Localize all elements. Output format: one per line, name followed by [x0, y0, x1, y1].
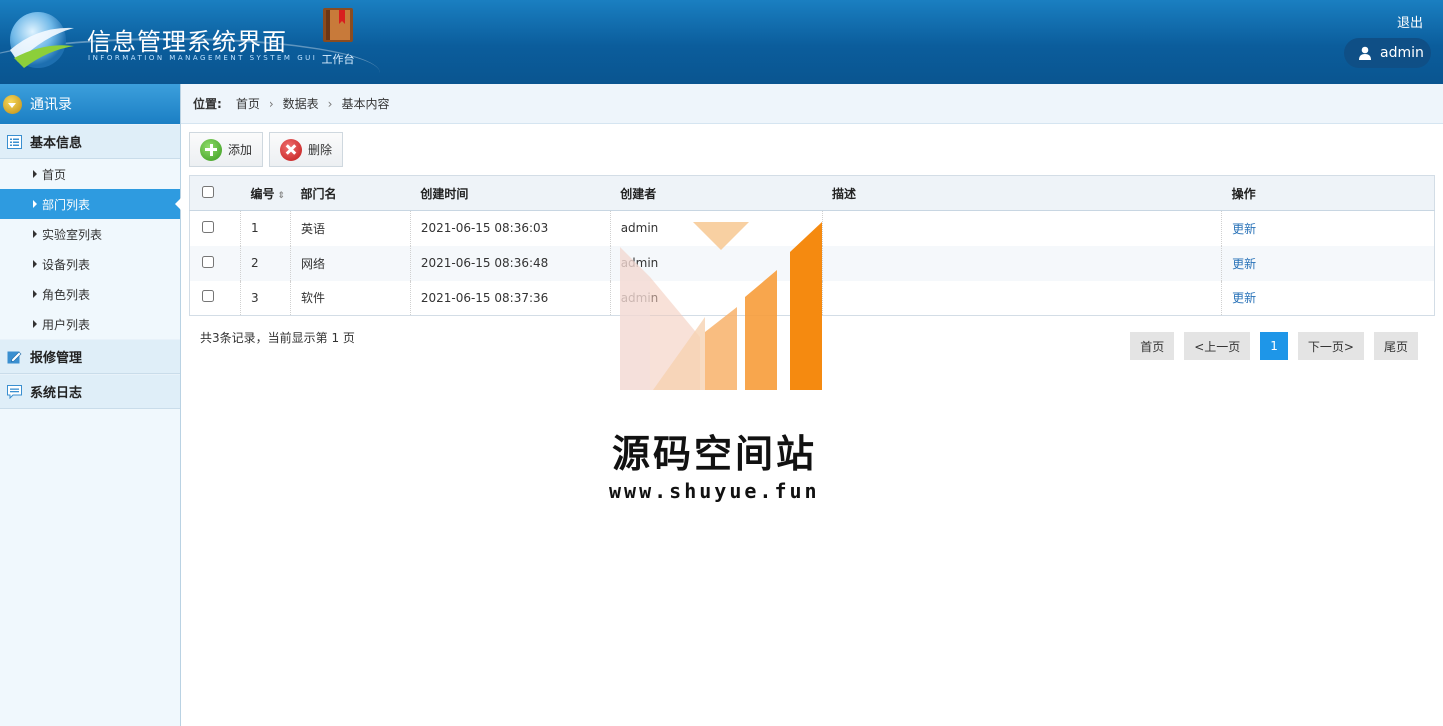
user-name: admin	[1380, 45, 1424, 61]
sidebar-item-label: 设备列表	[42, 257, 91, 272]
breadcrumb-datatable[interactable]: 数据表	[283, 95, 319, 112]
last-page-button[interactable]: 尾页	[1373, 332, 1418, 360]
sidebar-item-home[interactable]: 首页	[0, 159, 180, 189]
table-row: 1 英语 2021-06-15 08:36:03 admin 更新	[190, 210, 1435, 246]
cell-created: 2021-06-15 08:36:03	[409, 210, 611, 246]
workbench-label: 工作台	[321, 53, 355, 66]
logout-link[interactable]: 退出	[1397, 12, 1423, 31]
user-icon	[1359, 46, 1371, 60]
table-header-row: 编号 ⇕ 部门名 创建时间 创建者 描述 操作	[189, 175, 1435, 211]
cell-name: 英语	[289, 210, 411, 246]
first-page-button[interactable]: 首页	[1130, 332, 1175, 360]
sidebar-item-label: 角色列表	[42, 287, 91, 302]
toolbar: 添加 删除	[189, 132, 344, 167]
column-header-desc: 描述	[822, 175, 1222, 211]
cell-name: 软件	[289, 280, 411, 316]
update-link[interactable]: 更新	[1232, 291, 1256, 305]
chat-icon	[7, 385, 22, 399]
cell-action: 更新	[1221, 210, 1435, 246]
cell-id: 2	[239, 245, 291, 281]
sidebar: 通讯录 基本信息 首页 部门列表 实验室列表 设备列表 角色列表 用户列表 报修…	[0, 84, 181, 726]
sidebar-item-labs[interactable]: 实验室列表	[0, 219, 180, 249]
cell-creator: admin	[609, 210, 823, 246]
sidebar-item-departments[interactable]: 部门列表	[0, 189, 181, 219]
sidebar-top-label: 通讯录	[30, 97, 72, 113]
cell-creator: admin	[609, 280, 823, 316]
column-header-label: 编号	[250, 186, 275, 201]
table-row: 3 软件 2021-06-15 08:37:36 admin 更新	[190, 280, 1435, 316]
select-all-cell	[189, 175, 241, 211]
column-header-action: 操作	[1221, 175, 1435, 211]
sidebar-group-label: 报修管理	[30, 351, 83, 366]
next-page-button[interactable]: 下一页>	[1297, 332, 1364, 360]
sidebar-item-devices[interactable]: 设备列表	[0, 249, 180, 279]
delete-button-label: 删除	[308, 143, 333, 157]
column-header-id[interactable]: 编号 ⇕	[240, 175, 291, 211]
breadcrumb-separator: ›	[268, 96, 274, 111]
department-table: 编号 ⇕ 部门名 创建时间 创建者 描述 操作 1 英语 2021-06-15 0…	[189, 175, 1435, 316]
cell-desc	[821, 280, 1222, 316]
prev-page-button[interactable]: <上一页	[1184, 332, 1251, 360]
select-all-checkbox[interactable]	[202, 185, 214, 198]
sidebar-top-contacts[interactable]: 通讯录	[0, 84, 180, 124]
list-icon	[7, 135, 22, 149]
breadcrumb: 位置: 首页 › 数据表 › 基本内容	[181, 84, 1443, 124]
row-checkbox[interactable]	[202, 220, 214, 233]
sidebar-group-basic-info[interactable]: 基本信息	[0, 124, 180, 159]
watermark-title: 源码空间站	[612, 432, 818, 476]
column-header-creator: 创建者	[610, 175, 823, 211]
breadcrumb-home[interactable]: 首页	[236, 95, 260, 112]
sidebar-item-label: 部门列表	[42, 197, 91, 212]
add-button[interactable]: 添加	[189, 132, 264, 167]
sidebar-group-logs[interactable]: 系统日志	[0, 374, 180, 409]
breadcrumb-separator: ›	[327, 96, 333, 111]
sidebar-item-users[interactable]: 用户列表	[0, 309, 180, 339]
cell-action: 更新	[1221, 245, 1435, 281]
cell-created: 2021-06-15 08:37:36	[409, 280, 611, 316]
edit-icon	[7, 351, 22, 364]
book-icon	[323, 8, 353, 42]
app-title: 信息管理系统界面	[87, 28, 287, 56]
globe-logo-icon	[10, 12, 74, 68]
workbench-button[interactable]: 工作台	[318, 6, 358, 67]
cell-desc	[821, 245, 1222, 281]
cell-id: 1	[239, 210, 291, 246]
breadcrumb-prefix: 位置:	[193, 97, 222, 111]
cell-created: 2021-06-15 08:36:48	[409, 245, 611, 281]
cell-desc	[821, 210, 1222, 246]
app-header: 信息管理系统界面 INFORMATION MANAGEMENT SYSTEM G…	[0, 0, 1443, 84]
record-summary: 共3条记录，当前显示第 1 页	[200, 331, 355, 345]
row-checkbox[interactable]	[202, 290, 214, 303]
sidebar-item-label: 用户列表	[42, 317, 91, 332]
sort-icon[interactable]: ⇕	[277, 191, 285, 201]
update-link[interactable]: 更新	[1232, 222, 1256, 236]
plus-icon	[200, 138, 222, 161]
sidebar-group-repair[interactable]: 报修管理	[0, 339, 180, 374]
table-row: 2 网络 2021-06-15 08:36:48 admin 更新	[189, 245, 1435, 281]
breadcrumb-current: 基本内容	[341, 97, 390, 111]
column-header-name: 部门名	[290, 175, 411, 211]
cell-name: 网络	[289, 245, 411, 281]
sidebar-group-label: 系统日志	[30, 386, 83, 401]
sidebar-group-label: 基本信息	[30, 136, 83, 151]
user-menu[interactable]: admin	[1344, 38, 1431, 68]
watermark-url: www.shuyue.fun	[609, 479, 820, 503]
app-subtitle: INFORMATION MANAGEMENT SYSTEM GUI	[88, 54, 318, 62]
row-checkbox[interactable]	[202, 255, 214, 268]
cell-action: 更新	[1221, 280, 1435, 316]
add-button-label: 添加	[228, 143, 253, 157]
update-link[interactable]: 更新	[1232, 257, 1256, 271]
cell-creator: admin	[609, 245, 823, 281]
sidebar-item-label: 首页	[42, 167, 67, 182]
pagination: 首页 <上一页 1 下一页> 尾页	[1130, 332, 1418, 360]
column-header-created: 创建时间	[410, 175, 611, 211]
sidebar-item-label: 实验室列表	[42, 227, 103, 242]
cell-id: 3	[239, 280, 291, 316]
sidebar-item-roles[interactable]: 角色列表	[0, 279, 180, 309]
chevron-down-icon	[3, 95, 22, 114]
delete-button[interactable]: 删除	[269, 132, 344, 167]
close-icon	[280, 138, 303, 161]
current-page-button[interactable]: 1	[1260, 332, 1288, 360]
